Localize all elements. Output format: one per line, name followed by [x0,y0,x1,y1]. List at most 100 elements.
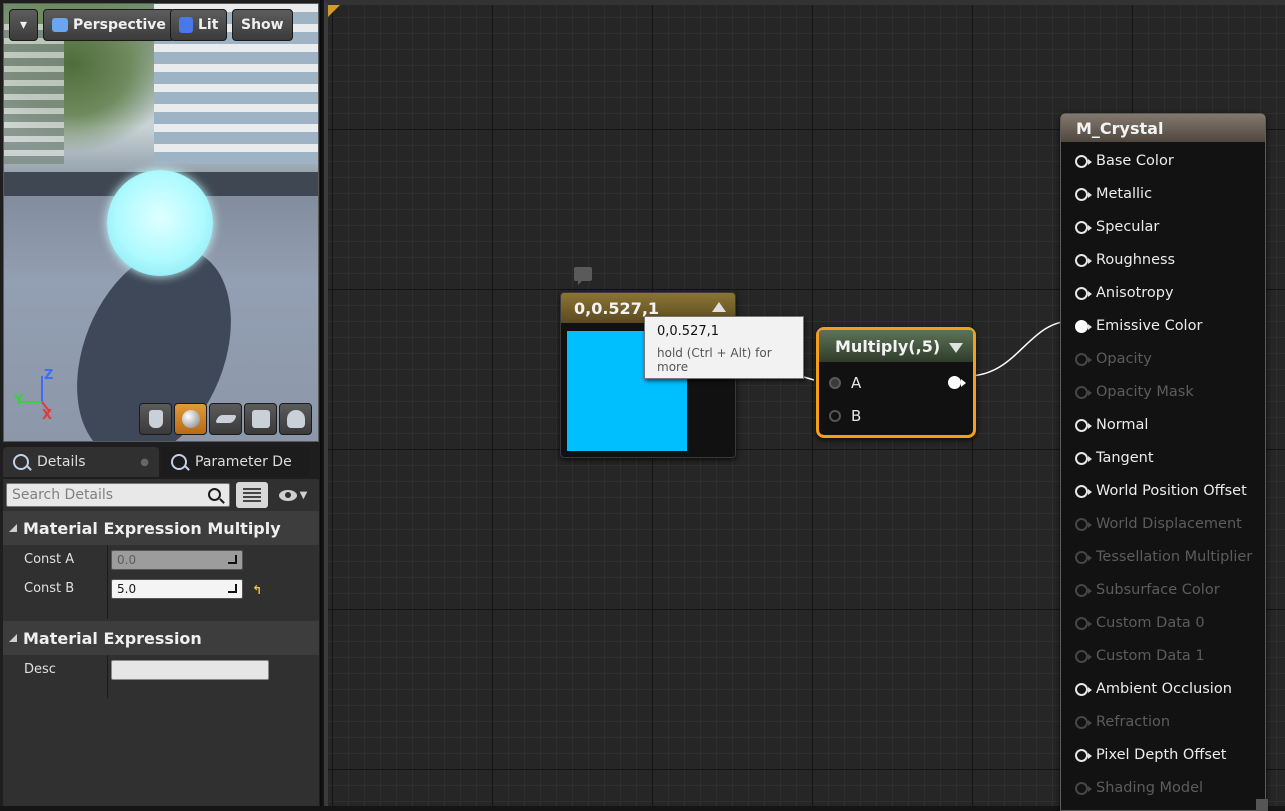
material-pin-roughness[interactable]: Roughness [1075,250,1175,270]
axis-y-label: Y [14,393,24,408]
preview-cube-button[interactable] [244,403,277,435]
category-material-expression-multiply[interactable]: Material Expression Multiply [3,511,319,545]
material-pin-specular[interactable]: Specular [1075,217,1159,237]
pin-icon[interactable] [1075,451,1092,465]
property-row-const-a: Const A 0.0 [3,545,319,574]
material-pin-base-color[interactable]: Base Color [1075,151,1174,171]
material-pin-world-displacement[interactable]: World Displacement [1075,514,1242,534]
const-a-field[interactable]: 0.0 [111,549,243,570]
pin-label: Tangent [1096,450,1154,466]
pin-b-icon[interactable] [829,410,841,422]
camera-view-icon [52,18,68,32]
material-pin-shading-model[interactable]: Shading Model [1075,778,1203,798]
const-b-field[interactable]: 5.0 [111,578,243,599]
view-options-button[interactable]: ▼ [274,482,312,508]
pin-icon[interactable] [1075,319,1092,333]
input-pin-a[interactable]: A [829,374,861,392]
preview-cylinder-button[interactable] [139,403,172,435]
pin-icon[interactable] [1075,616,1092,630]
pin-icon[interactable] [1075,649,1092,663]
tab-details-label: Details [37,454,86,470]
material-pin-custom-data-1[interactable]: Custom Data 1 [1075,646,1205,666]
preview-plane-button[interactable] [209,403,242,435]
search-input[interactable] [7,484,197,506]
material-pin-subsurface-color[interactable]: Subsurface Color [1075,580,1220,600]
pin-icon[interactable] [1075,550,1092,564]
pin-icon[interactable] [1075,253,1092,267]
show-button[interactable]: Show [232,9,293,41]
pin-icon[interactable] [1075,385,1092,399]
pin-icon[interactable] [1075,352,1092,366]
preview-sphere-button[interactable] [174,403,207,435]
desc-field[interactable] [111,659,269,680]
pin-icon[interactable] [1075,220,1092,234]
pin-tooltip: 0,0.527,1 hold (Ctrl + Alt) for more [644,316,804,379]
material-graph-canvas[interactable]: 0,0.527,1 Multiply(,5) A B 0,0.527,1 hol… [324,0,1285,811]
chevron-down-icon: ▼ [299,489,308,501]
drag-handle-icon [228,583,237,593]
tooltip-main-text: 0,0.527,1 [657,324,720,339]
pin-icon[interactable] [1075,154,1092,168]
pin-icon[interactable] [1075,418,1092,432]
pin-icon[interactable] [1075,781,1092,795]
search-icon[interactable] [208,488,221,501]
comment-bubble-icon[interactable] [574,267,592,285]
material-pin-world-position-offset[interactable]: World Position Offset [1075,481,1247,501]
category-material-expression[interactable]: Material Expression [3,621,319,655]
input-pin-b[interactable]: B [829,407,861,425]
scroll-corner[interactable] [1256,799,1268,811]
pin-label: Subsurface Color [1096,582,1220,598]
reset-to-default-icon[interactable]: ↰ [252,583,264,597]
column-divider[interactable] [107,545,108,574]
material-pin-emissive-color[interactable]: Emissive Color [1075,316,1202,336]
tab-close-icon[interactable]: ● [140,457,149,468]
collapse-preview-icon[interactable] [712,302,726,312]
details-search-box[interactable] [6,483,230,507]
material-pin-ambient-occlusion[interactable]: Ambient Occlusion [1075,679,1232,699]
perspective-button[interactable]: Perspective [43,9,175,41]
material-pin-anisotropy[interactable]: Anisotropy [1075,283,1174,303]
viewport-menu-button[interactable]: ▾ [9,9,38,41]
pin-icon[interactable] [1075,715,1092,729]
pin-icon[interactable] [1075,484,1092,498]
material-pin-normal[interactable]: Normal [1075,415,1148,435]
pin-icon[interactable] [1075,583,1092,597]
preview-teapot-button[interactable] [279,403,312,435]
material-pin-custom-data-0[interactable]: Custom Data 0 [1075,613,1205,633]
expand-preview-icon[interactable] [949,343,963,353]
eye-icon [278,489,297,501]
expand-triangle-icon [9,524,17,532]
const-b-value: 5.0 [117,581,137,596]
pin-label: Opacity [1096,351,1152,367]
multiply-node[interactable]: Multiply(,5) A B [816,327,976,438]
output-pin-icon[interactable] [948,376,966,389]
pin-icon[interactable] [1075,517,1092,531]
tab-parameter-defaults[interactable]: Parameter De [161,447,309,477]
lit-button[interactable]: Lit [170,9,228,41]
preview-sphere [107,170,213,276]
pin-label: World Displacement [1096,516,1242,532]
column-divider[interactable] [107,574,108,603]
column-divider[interactable] [107,655,108,684]
details-magnifier-icon [13,454,29,470]
material-pin-opacity[interactable]: Opacity [1075,349,1152,369]
pin-icon[interactable] [1075,187,1092,201]
preview-viewport[interactable]: ▾ Perspective Lit Show Z Y X [3,3,319,442]
material-pin-tessellation-multiplier[interactable]: Tessellation Multiplier [1075,547,1252,567]
pin-icon[interactable] [1075,682,1092,696]
tab-details[interactable]: Details ● [3,447,159,477]
property-matrix-button[interactable] [236,482,268,508]
pin-icon[interactable] [1075,748,1092,762]
material-pin-pixel-depth-offset[interactable]: Pixel Depth Offset [1075,745,1227,765]
material-result-node[interactable]: M_Crystal Base Color Metallic Specular Roug… [1060,113,1266,811]
pin-a-icon[interactable] [829,377,841,389]
drag-handle-icon [228,554,237,564]
pin-icon[interactable] [1075,286,1092,300]
left-panel: ▾ Perspective Lit Show Z Y X Details ● P… [0,0,322,806]
material-pin-metallic[interactable]: Metallic [1075,184,1152,204]
material-pin-refraction[interactable]: Refraction [1075,712,1170,732]
pin-label: Specular [1096,219,1160,235]
material-pin-opacity-mask[interactable]: Opacity Mask [1075,382,1194,402]
material-pin-tangent[interactable]: Tangent [1075,448,1154,468]
lit-label: Lit [198,17,219,33]
